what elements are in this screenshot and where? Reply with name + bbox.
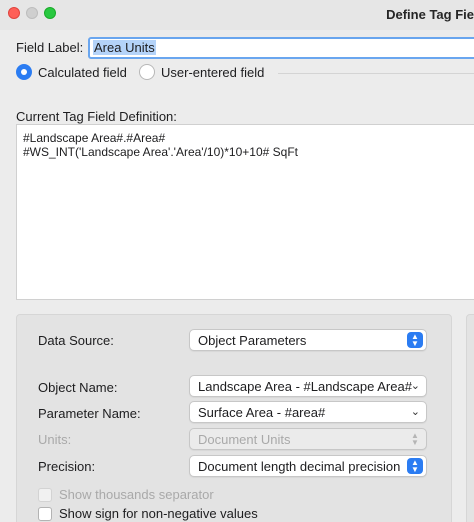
precision-label: Precision: [38,459,96,474]
show-thousands-checkbox: Show thousands separator [38,487,214,502]
parameter-name-value: Surface Area - #area# [198,405,326,420]
definition-text-area[interactable]: #Landscape Area#.#Area# #WS_INT('Landsca… [16,124,474,300]
definition-line-2: #WS_INT('Landscape Area'.'Area'/10)*10+1… [23,145,298,159]
precision-popup[interactable]: Document length decimal precision ▲ ▼ [189,455,427,477]
field-label-value: Area Units [93,40,156,55]
chevron-down-icon: ⌄ [410,406,420,418]
minimize-window-button[interactable] [26,7,38,19]
title-bar: Define Tag Fie [0,0,474,30]
object-name-label: Object Name: [38,380,118,395]
user-entered-field-radio[interactable]: User-entered field [139,64,264,80]
object-name-value: Landscape Area - #Landscape Area# [198,379,412,394]
show-thousands-label: Show thousands separator [59,487,214,502]
data-source-popup[interactable]: Object Parameters ▲ ▼ [189,329,427,351]
up-down-chevron-icon: ▲ ▼ [411,431,419,447]
window-title: Define Tag Fie [386,7,474,22]
field-label-input[interactable]: Area Units [88,37,474,59]
field-label-caption: Field Label: [16,40,84,55]
show-sign-label: Show sign for non-negative values [59,506,258,521]
up-down-chevron-icon: ▲ ▼ [407,458,423,474]
radio-selected-indicator [16,64,32,80]
radio-unselected-indicator [139,64,155,80]
units-popup: Document Units ▲ ▼ [189,428,427,450]
definition-line-1: #Landscape Area#.#Area# [23,131,166,145]
units-value: Document Units [198,432,291,447]
calculated-field-radio[interactable]: Calculated field [16,64,127,80]
object-name-popup[interactable]: Landscape Area - #Landscape Area# ⌄ [189,375,427,397]
define-tag-field-dialog: Define Tag Fie Field Label: Area Units C… [0,0,474,522]
up-down-chevron-icon: ▲ ▼ [407,332,423,348]
zoom-window-button[interactable] [44,7,56,19]
data-source-label: Data Source: [38,333,114,348]
chevron-down-icon: ⌄ [410,380,420,392]
units-label: Units: [38,432,72,447]
show-sign-checkbox[interactable]: Show sign for non-negative values [38,506,258,521]
calculated-field-label: Calculated field [38,64,127,80]
checkbox-box [38,506,52,521]
separator [278,73,474,74]
checkbox-box [38,487,52,502]
user-entered-field-label: User-entered field [161,64,265,80]
precision-value: Document length decimal precision [198,459,401,474]
data-source-value: Object Parameters [198,333,307,348]
close-window-button[interactable] [8,7,20,19]
parameter-name-popup[interactable]: Surface Area - #area# ⌄ [189,401,427,423]
parameter-name-label: Parameter Name: [38,406,141,421]
secondary-panel [466,314,474,522]
definition-caption: Current Tag Field Definition: [16,109,177,124]
